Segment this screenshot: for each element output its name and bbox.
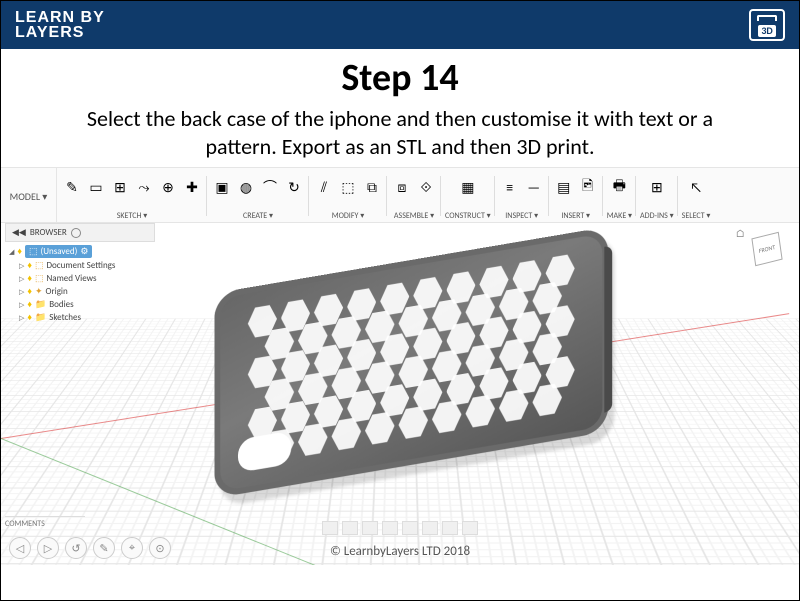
tree-item[interactable]: ▷♦⬚Named Views — [9, 272, 151, 285]
hex-pattern — [248, 252, 575, 473]
toolbar-group: ≡—INSPECT ▾ — [495, 168, 549, 224]
home-view-icon[interactable]: ⌂ — [735, 227, 745, 240]
bottom-mini-toolbar — [322, 521, 478, 535]
tool-icon[interactable]: ✎ — [61, 176, 83, 198]
mini-tool[interactable] — [422, 521, 438, 535]
tree-item[interactable]: ▷♦✦Origin — [9, 285, 151, 298]
view-cube[interactable]: FRONT — [747, 229, 787, 269]
tool-icon[interactable]: ▭ — [85, 176, 107, 198]
tool-icon[interactable]: ⊞ — [109, 176, 131, 198]
workspace-model-button[interactable]: MODEL ▾ — [1, 168, 57, 224]
badge-text: 3D — [758, 25, 775, 37]
tool-icon[interactable]: ⬚ — [337, 176, 359, 198]
mini-tool[interactable] — [462, 521, 478, 535]
tool-icon[interactable]: ▦ — [457, 176, 479, 198]
tool-icon[interactable]: — — [523, 176, 545, 198]
tree-item[interactable]: ▷♦⬚Document Settings — [9, 259, 151, 272]
tool-icon[interactable]: ⧉ — [361, 176, 383, 198]
tree-item[interactable]: ▷♦📁Sketches — [9, 311, 151, 324]
toolbar-group: ⧈⟐ASSEMBLE ▾ — [387, 168, 441, 224]
tool-icon[interactable]: ✚ — [181, 176, 203, 198]
tool-icon[interactable]: ⤳ — [133, 176, 155, 198]
browser-panel: ◀◀BROWSER ◢♦ ⬚(Unsaved)⚙ ▷♦⬚Document Set… — [5, 223, 155, 326]
toolbar-group: 🖶MAKE ▾ — [603, 168, 636, 224]
tool-icon[interactable]: ◍ — [235, 176, 257, 198]
mini-tool[interactable] — [342, 521, 358, 535]
browser-toggle-icon[interactable] — [71, 228, 81, 238]
tool-icon[interactable]: ▣ — [211, 176, 233, 198]
browser-header[interactable]: ◀◀BROWSER — [5, 223, 155, 242]
toolbar-group: ▦CONSTRUCT ▾ — [441, 168, 495, 224]
comments-panel[interactable]: COMMENTS — [5, 516, 85, 529]
tool-icon[interactable]: ▤ — [553, 176, 575, 198]
mini-tool[interactable] — [442, 521, 458, 535]
tool-icon[interactable]: ↻ — [283, 176, 305, 198]
toolbar-group: ↖SELECT ▾ — [678, 168, 715, 224]
tool-icon[interactable]: 🖻 — [577, 176, 599, 198]
mini-tool[interactable] — [362, 521, 378, 535]
browser-tree: ◢♦ ⬚(Unsaved)⚙ ▷♦⬚Document Settings▷♦⬚Na… — [5, 242, 155, 326]
step-title: Step 14 — [1, 55, 799, 101]
mini-tool[interactable] — [382, 521, 398, 535]
toolbar-group: ⫽⬚⧉MODIFY ▾ — [309, 168, 387, 224]
viewcube-face[interactable]: FRONT — [751, 232, 782, 267]
brand-line2: LAYERS — [15, 25, 105, 40]
tool-icon[interactable]: ⟐ — [415, 176, 437, 198]
brand-logo: LEARN BY LAYERS — [15, 10, 105, 40]
mini-tool[interactable] — [402, 521, 418, 535]
tree-item[interactable]: ▷♦📁Bodies — [9, 298, 151, 311]
fusion360-screenshot: MODEL ▾ ✎▭⊞⤳⊕✚SKETCH ▾▣◍⌒↻CREATE ▾⫽⬚⧉MOD… — [1, 167, 799, 565]
tool-icon[interactable]: ⧈ — [391, 176, 413, 198]
toolbar-group: ⊞ADD-INS ▾ — [636, 168, 678, 224]
tool-icon[interactable]: ⌒ — [259, 176, 281, 198]
toolbar-groups: ✎▭⊞⤳⊕✚SKETCH ▾▣◍⌒↻CREATE ▾⫽⬚⧉MODIFY ▾⧈⟐A… — [57, 168, 714, 224]
mini-tool[interactable] — [322, 521, 338, 535]
tool-icon[interactable]: ≡ — [499, 176, 521, 198]
tool-icon[interactable]: ⊕ — [157, 176, 179, 198]
app-toolbar: MODEL ▾ ✎▭⊞⤳⊕✚SKETCH ▾▣◍⌒↻CREATE ▾⫽⬚⧉MOD… — [1, 167, 799, 223]
toolbar-group: ▤🖻INSERT ▾ — [549, 168, 603, 224]
brand-line1: LEARN BY — [15, 10, 105, 25]
tool-icon[interactable]: ⊞ — [646, 176, 668, 198]
tool-icon[interactable]: ↖ — [685, 176, 707, 198]
phone-case-model[interactable] — [214, 223, 647, 565]
tool-icon[interactable]: ⫽ — [313, 176, 335, 198]
step-instructions: Select the back case of the iphone and t… — [80, 105, 720, 161]
tree-root-row[interactable]: ◢♦ ⬚(Unsaved)⚙ — [9, 244, 151, 259]
printer-3d-icon: 3D — [749, 9, 785, 41]
slide-header: LEARN BY LAYERS 3D — [1, 1, 799, 49]
tool-icon[interactable]: 🖶 — [608, 176, 630, 198]
viewport[interactable]: ⌂ FRONT ◀◀BROWSER ◢♦ ⬚(Unsaved)⚙ ▷♦⬚Docu… — [1, 223, 799, 565]
toolbar-group: ▣◍⌒↻CREATE ▾ — [207, 168, 309, 224]
slide-footer: © LearnbyLayers LTD 2018 — [1, 544, 799, 559]
toolbar-group: ✎▭⊞⤳⊕✚SKETCH ▾ — [57, 168, 207, 224]
